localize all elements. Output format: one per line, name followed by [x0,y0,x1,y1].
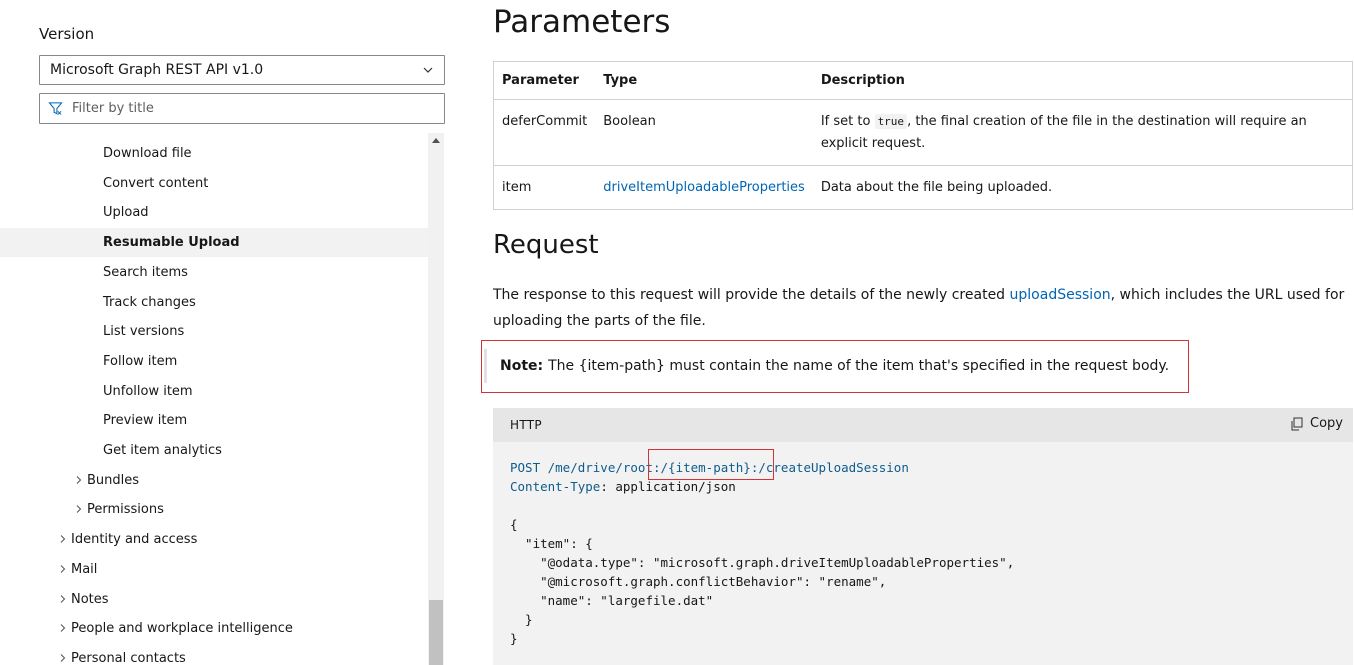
toc-item-resumable-upload[interactable]: Resumable Upload [0,228,428,258]
copy-button[interactable]: Copy [1290,416,1343,431]
code-header-value: : application/json [600,479,736,494]
toc-item-label: Follow item [103,353,178,369]
filter-box[interactable] [39,93,445,124]
toc-item-personal-contacts[interactable]: Personal contacts [0,644,428,665]
header-type: Type [595,61,813,100]
toc-item-convert-content[interactable]: Convert content [0,169,428,198]
toc-item-label: Download file [103,146,192,161]
toc-item-label: Upload [103,205,149,221]
toc-item-label: List versions [103,324,185,340]
table-header-row: Parameter Type Description [493,61,1353,100]
toc-item-unfollow-item[interactable]: Unfollow item [0,377,428,406]
upload-session-link[interactable]: uploadSession [1010,287,1111,303]
code-header-key: Content-Type [510,479,601,494]
chevron-right-icon[interactable] [59,594,67,603]
toc-item-identity-and-access[interactable]: Identity and access [0,525,428,554]
toc-item-label: Track changes [103,294,196,310]
toc-item-label: Permissions [87,502,164,518]
toc-item-label: Get item analytics [103,443,222,458]
toc-item-label: Notes [71,591,109,607]
filter-icon [48,102,63,115]
param-name: deferCommit [493,99,596,166]
table-row: deferCommit Boolean If set to true, the … [493,99,1353,166]
note-text: The {item-path} must contain the name of… [548,358,1170,374]
parameters-heading: Parameters [493,4,671,40]
toc-item-label: Personal contacts [71,650,186,665]
request-text-before: The response to this request will provid… [493,287,1010,303]
chevron-right-icon[interactable] [75,505,83,514]
toc-item-label: Identity and access [71,532,198,548]
table-of-contents: Download file Convert content Upload Resuma… [0,138,428,665]
toc-scrollbar[interactable] [428,133,444,665]
toc-item-label: Resumable Upload [103,235,240,251]
parameters-table: Parameter Type Description deferCommit B… [493,61,1353,210]
note-highlight-box: Note: The {item-path} must contain the n… [481,340,1189,393]
drive-item-uploadable-properties-link[interactable]: driveItemUploadableProperties [603,180,805,195]
version-dropdown-value: Microsoft Graph REST API v1.0 [50,62,264,78]
version-label: Version [39,25,95,43]
toc-item-bundles[interactable]: Bundles [0,466,428,495]
request-heading: Request [493,230,599,260]
toc-item-get-item-analytics[interactable]: Get item analytics [0,436,428,465]
chevron-down-icon [423,67,433,73]
toc-item-search-items[interactable]: Search items [0,258,428,287]
toc-item-notes[interactable]: Notes [0,585,428,614]
toc-item-label: Preview item [103,413,188,429]
param-type-cell: driveItemUploadableProperties [595,165,813,210]
param-description: Data about the file being uploaded. [812,165,1353,210]
table-row: item driveItemUploadableProperties Data … [493,165,1353,210]
toc-item-mail[interactable]: Mail [0,555,428,584]
toc-item-preview-item[interactable]: Preview item [0,406,428,435]
code-json-body: { "item": { "@odata.type": "microsoft.gr… [510,517,1015,646]
request-description: The response to this request will provid… [493,282,1353,334]
header-parameter: Parameter [493,61,596,100]
toc-item-label: Unfollow item [103,383,193,399]
copy-label: Copy [1310,416,1343,431]
toc-item-upload[interactable]: Upload [0,198,428,227]
chevron-right-icon[interactable] [59,624,67,633]
toc-item-permissions[interactable]: Permissions [0,495,428,524]
inline-code: true [874,114,908,129]
param-name: item [493,165,596,210]
code-header: HTTP Copy [493,408,1353,442]
toc-item-download-file[interactable]: Download file [0,139,428,168]
param-type: Boolean [595,99,813,166]
sidebar: Version Microsoft Graph REST API v1.0 Do… [0,0,460,665]
toc-item-label: Convert content [103,175,209,191]
toc-item-people-and-workplace-intelligence[interactable]: People and workplace intelligence [0,614,428,643]
filter-by-title-input[interactable] [72,101,412,116]
chevron-right-icon[interactable] [59,654,67,662]
chevron-right-icon[interactable] [59,564,67,573]
toc-item-label: Bundles [87,472,140,488]
scroll-thumb[interactable] [429,600,443,665]
toc-item-track-changes[interactable]: Track changes [0,288,428,317]
code-block: HTTP Copy POST /me/drive/root:/{item-pat… [493,408,1353,665]
header-description: Description [812,61,1353,100]
chevron-right-icon[interactable] [59,535,67,543]
toc-item-label: People and workplace intelligence [71,621,293,637]
toc-item-follow-item[interactable]: Follow item [0,347,428,376]
main-content: Parameters Parameter Type Description de… [481,0,1354,665]
item-path-highlight-box [648,449,774,480]
toc-item-list-versions[interactable]: List versions [0,317,428,346]
scroll-up-arrow-icon[interactable] [432,138,440,143]
chevron-right-icon[interactable] [75,475,83,484]
param-description: If set to true, the final creation of th… [812,99,1353,166]
code-language-label: HTTP [510,418,542,432]
copy-icon [1291,417,1303,430]
note-callout: Note: The {item-path} must contain the n… [484,349,1169,383]
toc-item-label: Search items [103,264,188,280]
desc-text-before: If set to [820,114,875,129]
code-content: POST /me/drive/root:/{item-path}:/create… [510,458,1014,648]
note-label: Note: [500,358,544,374]
version-dropdown[interactable]: Microsoft Graph REST API v1.0 [39,55,445,85]
toc-item-label: Mail [71,561,98,577]
